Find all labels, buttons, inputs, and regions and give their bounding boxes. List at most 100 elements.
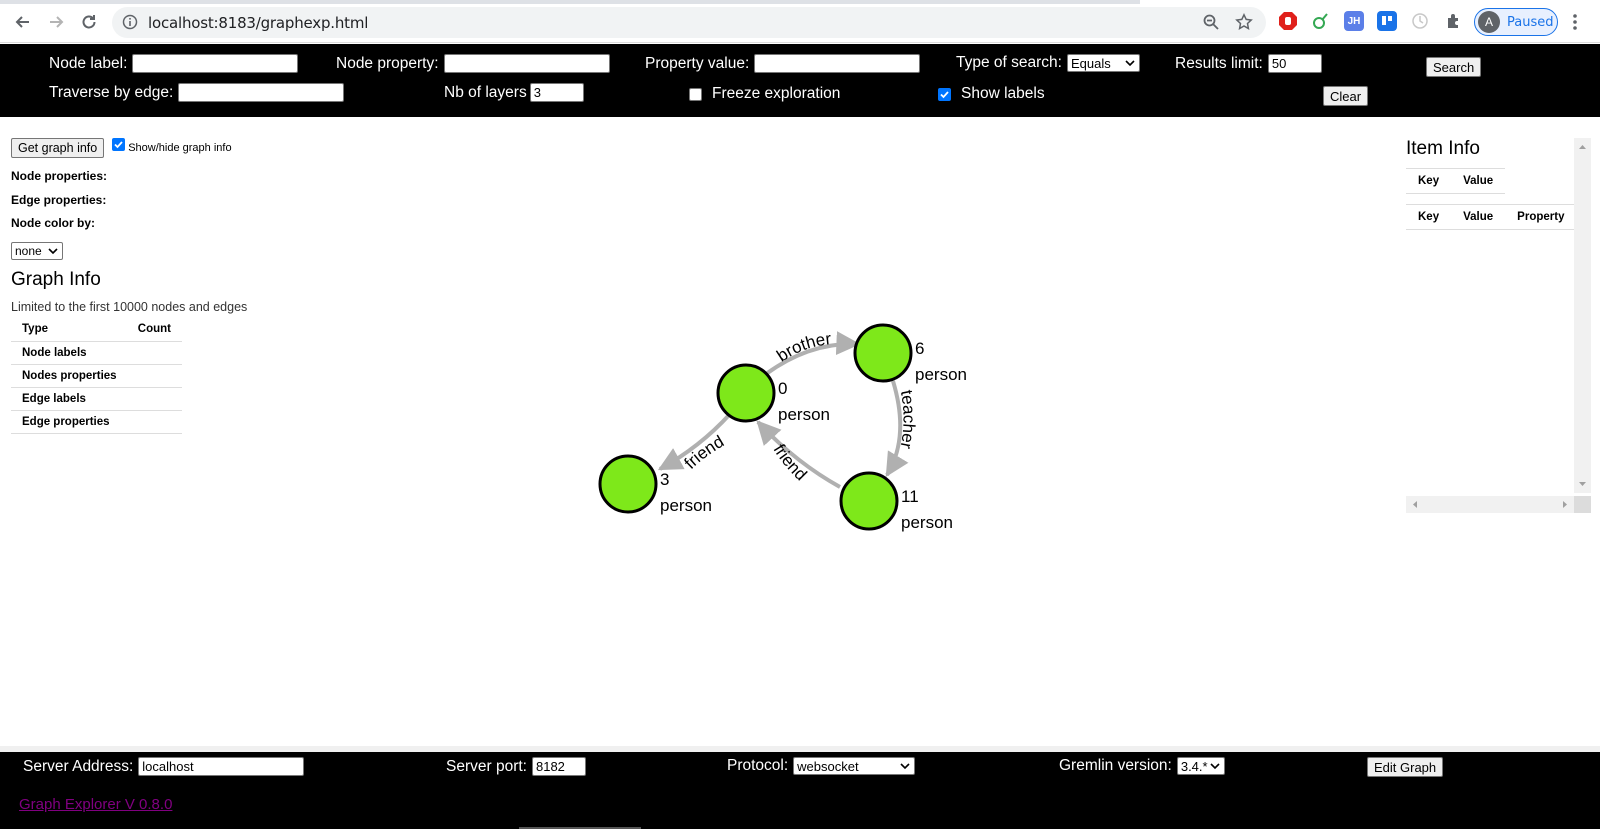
chevron-down-icon	[48, 248, 58, 255]
property-column-header: Property	[1505, 204, 1577, 230]
jh-extension-icon[interactable]: JH	[1344, 11, 1364, 31]
edge-properties-label: Edge properties:	[11, 193, 107, 207]
node-label-group: Node label:	[49, 54, 299, 73]
scroll-right-icon[interactable]	[1558, 496, 1572, 513]
type-of-search-group: Type of search: Equals	[956, 54, 1140, 72]
row-nodes-properties: Nodes properties	[11, 364, 182, 388]
node-type-label: person	[901, 513, 953, 532]
graph-node-6[interactable]: 6 person	[853, 323, 967, 384]
traverse-by-edge-input[interactable]	[178, 83, 345, 102]
site-info-icon[interactable]	[122, 14, 138, 30]
browser-menu-icon[interactable]	[1572, 13, 1578, 31]
timer-extension-icon[interactable]	[1410, 11, 1430, 31]
horizontal-scrollbar[interactable]	[1406, 496, 1574, 513]
results-limit-label: Results limit:	[1175, 54, 1263, 72]
protocol-value: websocket	[797, 758, 859, 774]
node-property-input[interactable]	[443, 54, 610, 73]
node-type-label: person	[660, 496, 712, 515]
table-header-row: Key Value	[1406, 168, 1506, 194]
server-port-input[interactable]	[531, 757, 586, 776]
value-column-header: Value	[1451, 168, 1506, 194]
table-row: Edge labels	[11, 387, 182, 411]
server-address-input[interactable]	[138, 757, 305, 776]
adblock-icon[interactable]	[1278, 11, 1298, 31]
node-properties-label: Node properties:	[11, 169, 108, 183]
edge-label: teacher	[896, 388, 918, 450]
item-info-table: Key Value	[1406, 168, 1506, 194]
item-info-title: Item Info	[1406, 138, 1480, 159]
table-row: Nodes properties	[11, 364, 182, 388]
row-edge-properties: Edge properties	[11, 410, 182, 434]
node-circle[interactable]	[716, 363, 776, 423]
address-bar[interactable]: localhost:8183/graphexp.html	[112, 7, 1266, 38]
get-graph-info-button[interactable]: Get graph info	[11, 138, 105, 158]
server-port-group: Server port:	[446, 757, 586, 776]
key-column-header: Key	[1406, 168, 1452, 194]
node-label-input[interactable]	[132, 54, 299, 73]
graph-canvas[interactable]: brotherteacherfriendfriend 0person6perso…	[0, 117, 1600, 747]
reload-icon	[82, 15, 96, 29]
show-labels-checkbox[interactable]	[938, 87, 951, 101]
gremlin-version-value: 3.4.*	[1180, 758, 1208, 774]
node-label-label: Node label:	[49, 54, 128, 72]
node-id-label: 3	[660, 470, 669, 489]
item-info-panel: Item Info Key Value Key Value Property	[1406, 138, 1594, 514]
show-hide-graph-info-checkbox[interactable]	[112, 138, 126, 151]
graph-node-0[interactable]: 0 person	[716, 363, 830, 424]
node-id-label: 11	[901, 487, 919, 506]
trello-extension-icon[interactable]	[1377, 11, 1397, 31]
vertical-scrollbar[interactable]	[1574, 138, 1591, 493]
graph-info-table: Type Count Node labels Nodes properties …	[11, 318, 182, 434]
forward-arrow-icon	[50, 16, 64, 28]
gremlin-version-select[interactable]: 3.4.*	[1176, 757, 1225, 775]
scroll-left-icon[interactable]	[1408, 496, 1422, 513]
profile-status: Paused	[1507, 14, 1554, 30]
protocol-select[interactable]: websocket	[793, 757, 916, 775]
edit-graph-button[interactable]: Edit Graph	[1367, 757, 1444, 777]
node-property-group: Node property:	[336, 54, 610, 73]
gremlin-version-group: Gremlin version: 3.4.*	[1059, 757, 1225, 775]
back-button[interactable]	[10, 9, 36, 35]
graph-node-11[interactable]: 11 person	[839, 471, 953, 532]
zoom-icon[interactable]	[1202, 13, 1220, 31]
nb-of-layers-input[interactable]	[529, 83, 584, 102]
leaf-extension-icon[interactable]	[1311, 11, 1331, 31]
value-column-header: Value	[1451, 204, 1506, 230]
freeze-exploration-label: Freeze exploration	[712, 85, 841, 102]
chevron-down-icon	[900, 763, 910, 770]
row-node-labels: Node labels	[11, 341, 182, 365]
freeze-exploration-checkbox[interactable]	[689, 87, 702, 101]
results-limit-group: Results limit:	[1175, 54, 1322, 73]
property-value-label: Property value:	[645, 54, 750, 72]
table-header-row: Type Count	[11, 318, 182, 342]
node-circle[interactable]	[598, 454, 658, 514]
extensions-puzzle-icon[interactable]	[1444, 11, 1464, 31]
node-id-label: 6	[915, 339, 924, 358]
profile-button[interactable]: A Paused	[1474, 8, 1558, 36]
version-link[interactable]: Graph Explorer V 0.8.0	[19, 796, 172, 813]
table-header-row: Key Value Property	[1406, 204, 1577, 230]
scroll-up-icon[interactable]	[1574, 140, 1591, 154]
bookmark-star-icon[interactable]	[1235, 13, 1253, 31]
nb-of-layers-group: Nb of layers	[444, 83, 584, 102]
graph-info-controls: Get graph info Show/hide graph info	[11, 138, 232, 158]
table-row: Node labels	[11, 341, 182, 365]
chevron-down-icon	[1125, 60, 1135, 67]
node-color-select[interactable]: none	[11, 242, 63, 260]
forward-button[interactable]	[43, 9, 69, 35]
type-of-search-label: Type of search:	[956, 54, 1062, 71]
url-text[interactable]: localhost:8183/graphexp.html	[148, 14, 368, 32]
property-value-input[interactable]	[754, 54, 921, 73]
search-button[interactable]: Search	[1426, 57, 1482, 77]
protocol-label: Protocol:	[727, 757, 789, 774]
results-limit-input[interactable]	[1267, 54, 1322, 73]
reload-button[interactable]	[76, 9, 102, 35]
node-circle[interactable]	[853, 323, 913, 383]
node-circle[interactable]	[839, 471, 899, 531]
scroll-down-icon[interactable]	[1574, 477, 1591, 491]
type-of-search-select[interactable]: Equals	[1066, 54, 1140, 72]
clear-button[interactable]: Clear	[1323, 86, 1369, 106]
checkmark-icon	[114, 141, 123, 149]
gremlin-version-label: Gremlin version:	[1059, 757, 1172, 774]
back-arrow-icon	[15, 16, 29, 28]
